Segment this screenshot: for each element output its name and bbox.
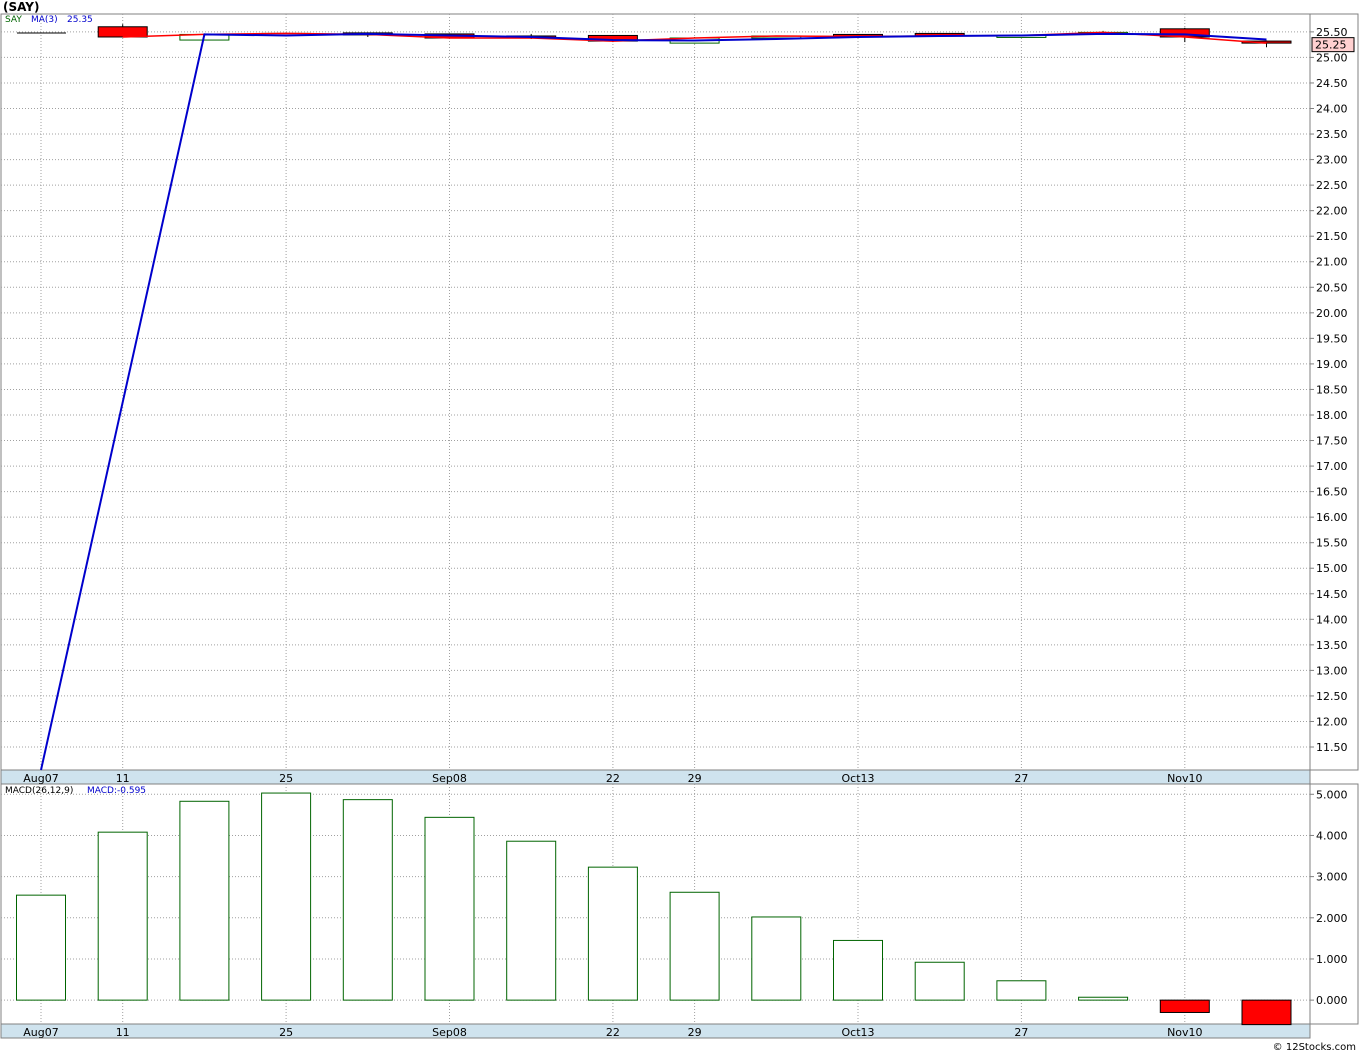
price-panel: [0, 13, 1359, 771]
macd-bar: [1159, 999, 1210, 1013]
chart-title: (SAY): [3, 0, 40, 14]
price-y-tick-label: 17.50: [1316, 435, 1348, 448]
macd-bar: [261, 792, 312, 1001]
macd-y-tick-label: 5.000: [1316, 788, 1348, 801]
candle-body: [97, 26, 148, 38]
price-y-tick-label: 13.50: [1316, 639, 1348, 652]
price-x-tick-label: 22: [606, 772, 620, 785]
price-y-tick-label: 22.00: [1316, 205, 1348, 218]
price-x-tick-label: Nov10: [1167, 772, 1202, 785]
price-y-tick-label: 18.00: [1316, 409, 1348, 422]
price-x-tick-label: 29: [688, 772, 702, 785]
price-y-tick-label: 23.00: [1316, 154, 1348, 167]
macd-x-tick-label: Sep08: [432, 1026, 467, 1039]
price-x-tick-label: Aug07: [23, 772, 58, 785]
macd-bar: [751, 916, 802, 1001]
legend-ma-value: 25.35: [67, 15, 93, 25]
legend-symbol: SAY: [5, 15, 22, 25]
macd-y-tick-label: 3.000: [1316, 871, 1348, 884]
macd-y-tick-label: 2.000: [1316, 912, 1348, 925]
price-y-tick-label: 16.00: [1316, 511, 1348, 524]
macd-bar: [342, 799, 393, 1001]
price-y-tick-label: 19.50: [1316, 332, 1348, 345]
price-y-tick-label: 16.50: [1316, 486, 1348, 499]
price-y-tick-label: 24.00: [1316, 103, 1348, 116]
price-y-tick-label: 14.00: [1316, 613, 1348, 626]
price-x-tick-label: 11: [116, 772, 130, 785]
price-y-tick-label: 18.50: [1316, 383, 1348, 396]
price-x-tick-label: Sep08: [432, 772, 467, 785]
price-y-tick-label: 21.00: [1316, 256, 1348, 269]
macd-x-tick-label: 27: [1014, 1026, 1028, 1039]
price-y-tick-label: 25.00: [1316, 51, 1348, 64]
price-y-tick-label: 22.50: [1316, 179, 1348, 192]
price-y-tick-label: 21.50: [1316, 230, 1348, 243]
macd-x-tick-label: 29: [688, 1026, 702, 1039]
macd-x-tick-label: 25: [279, 1026, 293, 1039]
macd-bar: [587, 866, 638, 1001]
macd-x-tick-label: Oct13: [841, 1026, 874, 1039]
price-y-tick-label: 14.50: [1316, 588, 1348, 601]
price-y-tick-label: 17.00: [1316, 460, 1348, 473]
price-x-tick-label: 25: [279, 772, 293, 785]
legend-macd-label: MACD(26,12,9): [5, 786, 74, 796]
price-y-tick-label: 20.50: [1316, 281, 1348, 294]
macd-bar: [833, 939, 883, 1001]
price-x-tick-label: 27: [1014, 772, 1028, 785]
macd-bar: [669, 891, 720, 1001]
last-price-label: 25.25: [1315, 39, 1347, 52]
price-y-tick-label: 19.00: [1316, 358, 1348, 371]
macd-y-tick-label: 4.000: [1316, 829, 1348, 842]
price-y-tick-label: 25.50: [1316, 26, 1348, 39]
macd-x-tick-label: 11: [116, 1026, 130, 1039]
price-y-tick-label: 11.50: [1316, 741, 1348, 754]
macd-x-tick-label: Nov10: [1167, 1026, 1202, 1039]
macd-bar: [1078, 996, 1129, 1001]
legend-ma-label: MA(3): [31, 15, 58, 25]
price-x-tick-label: Oct13: [841, 772, 874, 785]
macd-bar: [179, 800, 230, 1001]
price-y-tick-label: 12.50: [1316, 690, 1348, 703]
macd-y-tick-label: 0.000: [1316, 994, 1348, 1007]
price-y-tick-label: 15.00: [1316, 562, 1348, 575]
price-y-tick-label: 23.50: [1316, 128, 1348, 141]
price-y-tick-label: 20.00: [1316, 307, 1348, 320]
macd-bar: [16, 894, 66, 1001]
legend-macd-value: MACD:-0.595: [87, 786, 147, 796]
macd-y-tick-label: 1.000: [1316, 953, 1348, 966]
macd-x-tick-label: Aug07: [23, 1026, 58, 1039]
price-y-tick-label: 12.00: [1316, 715, 1348, 728]
macd-bar: [424, 816, 475, 1001]
stock-chart: Aug07 Aug07 11 11 25 25 Sep08 Sep08 22 22 29 29 Oct1…: [0, 13, 1359, 1039]
macd-x-tick-label: 22: [606, 1026, 620, 1039]
macd-bar: [97, 831, 148, 1001]
copyright-text: © 12Stocks.com: [1272, 1042, 1356, 1053]
macd-bar: [996, 980, 1047, 1001]
macd-date-axis: [0, 1023, 1311, 1039]
macd-bar: [506, 840, 557, 1001]
macd-bar: [1241, 999, 1292, 1026]
price-y-tick-label: 24.50: [1316, 77, 1348, 90]
price-y-tick-label: 13.00: [1316, 664, 1348, 677]
price-date-axis: [0, 769, 1311, 785]
price-y-tick-label: 15.50: [1316, 537, 1348, 550]
macd-bar: [914, 961, 965, 1001]
